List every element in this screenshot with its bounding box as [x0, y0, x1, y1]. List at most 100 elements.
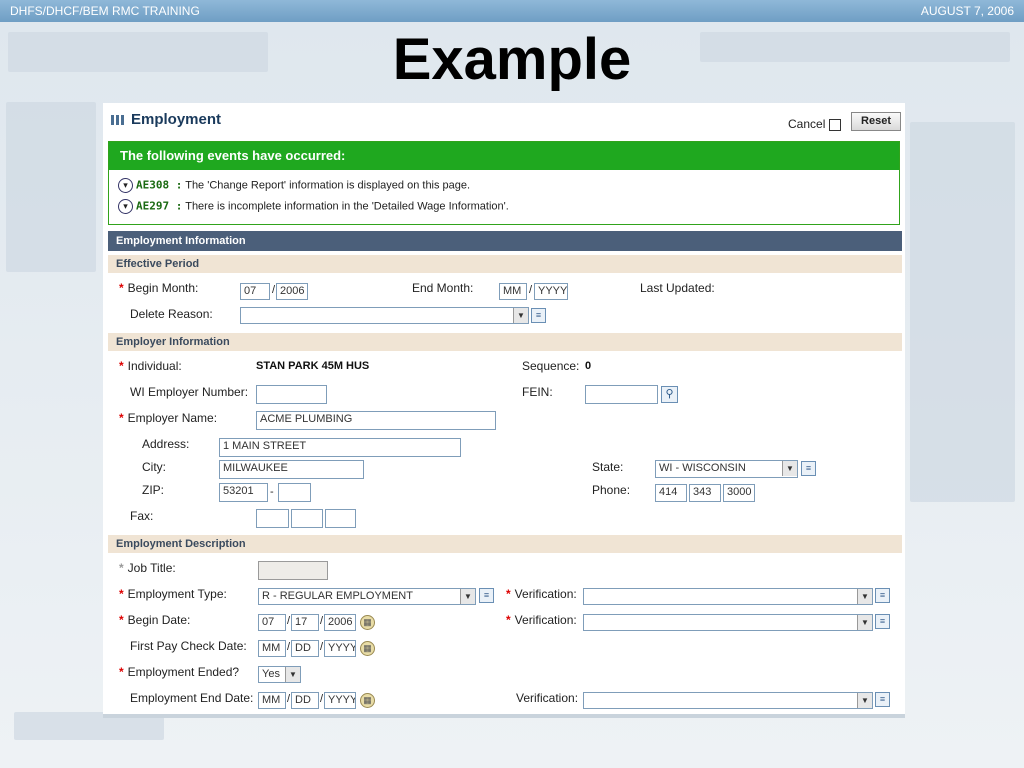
end-date-month-input[interactable]: MM	[258, 692, 286, 709]
verification-label-text: Verification:	[514, 587, 577, 601]
verification-select[interactable]: ▼	[583, 692, 873, 709]
first-pay-day-input[interactable]: DD	[291, 640, 319, 657]
event-item: ▾ AE308 : The 'Change Report' information…	[118, 178, 470, 193]
subsection-employer-information: Employer Information	[108, 333, 902, 351]
state-label: State:	[592, 460, 624, 474]
checkbox-icon[interactable]	[829, 118, 842, 131]
list-icon[interactable]: ≡	[875, 614, 890, 629]
list-icon[interactable]: ≡	[479, 588, 494, 603]
zip-input[interactable]: 53201	[219, 483, 268, 502]
zip-label: ZIP:	[142, 483, 165, 497]
begin-date-year-input[interactable]: 2006	[324, 614, 356, 631]
fein-label: FEIN:	[522, 385, 553, 399]
chevron-down-icon[interactable]: ▼	[513, 308, 528, 323]
event-arrow-icon[interactable]: ▾	[118, 178, 133, 193]
chevron-down-icon[interactable]: ▼	[782, 461, 797, 476]
event-code[interactable]: AE297 :	[136, 199, 182, 212]
fein-input[interactable]	[585, 385, 658, 404]
grid-icon	[111, 115, 125, 126]
begin-month-input[interactable]: 07	[240, 283, 270, 300]
end-year-input[interactable]: YYYY	[534, 283, 568, 300]
delete-reason-select[interactable]: ▼	[240, 307, 529, 324]
wi-employer-number-input[interactable]	[256, 385, 327, 404]
page-title: Employment	[111, 111, 221, 128]
calendar-icon[interactable]: ▦	[360, 615, 375, 630]
phone-prefix-input[interactable]: 343	[689, 484, 721, 502]
end-month-input[interactable]: MM	[499, 283, 527, 300]
calendar-icon[interactable]: ▦	[360, 641, 375, 656]
list-icon[interactable]: ≡	[875, 692, 890, 707]
phone-area-input[interactable]: 414	[655, 484, 687, 502]
zip-separator: -	[270, 486, 274, 498]
verification-label: * Verification:	[506, 613, 577, 627]
wi-employer-number-label: WI Employer Number:	[130, 385, 249, 399]
events-heading: The following events have occurred:	[109, 142, 899, 170]
event-text: There is incomplete information in the '…	[185, 200, 509, 213]
verification-label-text: Verification:	[514, 613, 577, 627]
event-text: The 'Change Report' information is displ…	[185, 179, 471, 192]
phone-line-input[interactable]: 3000	[723, 484, 755, 502]
state-value: WI - WISCONSIN	[659, 462, 746, 474]
begin-date-month-input[interactable]: 07	[258, 614, 286, 631]
chevron-down-icon[interactable]: ▼	[857, 693, 872, 708]
job-title-label: * Job Title:	[119, 561, 176, 575]
end-date-day-input[interactable]: DD	[291, 692, 319, 709]
first-pay-month-input[interactable]: MM	[258, 640, 286, 657]
date-separator: /	[320, 641, 324, 653]
employment-type-label-text: Employment Type:	[127, 587, 227, 601]
reset-button[interactable]: Reset	[851, 112, 901, 131]
bg-blur-block	[910, 122, 1015, 502]
employer-name-label-text: Employer Name:	[127, 411, 218, 425]
verification-select[interactable]: ▼	[583, 614, 873, 631]
cancel-checkbox[interactable]: Cancel	[788, 117, 842, 131]
job-title-label-text: Job Title:	[127, 561, 176, 575]
list-icon[interactable]: ≡	[875, 588, 890, 603]
employment-ended-value: Yes	[262, 668, 280, 680]
begin-date-day-input[interactable]: 17	[291, 614, 319, 631]
slide-header-left: DHFS/DHCF/BEM RMC TRAINING	[10, 4, 200, 18]
state-select[interactable]: WI - WISCONSIN ▼	[655, 460, 798, 478]
required-marker: *	[119, 561, 124, 575]
event-item: ▾ AE297 : There is incomplete information…	[118, 199, 509, 214]
fax-line-input[interactable]	[325, 509, 356, 528]
city-input[interactable]: MILWAUKEE	[219, 460, 364, 479]
fax-area-input[interactable]	[256, 509, 289, 528]
employment-ended-select[interactable]: Yes ▼	[258, 666, 301, 683]
date-separator: /	[320, 693, 324, 705]
section-employment-information: Employment Information	[108, 231, 902, 251]
delete-reason-label: Delete Reason:	[130, 307, 213, 321]
first-pay-year-input[interactable]: YYYY	[324, 640, 356, 657]
verification-select[interactable]: ▼	[583, 588, 873, 605]
chevron-down-icon[interactable]: ▼	[460, 589, 475, 604]
required-marker: *	[119, 613, 124, 627]
date-separator: /	[287, 615, 291, 627]
required-marker: *	[119, 411, 124, 425]
begin-year-input[interactable]: 2006	[276, 283, 308, 300]
event-code[interactable]: AE308 :	[136, 178, 182, 191]
chevron-down-icon[interactable]: ▼	[857, 589, 872, 604]
chevron-down-icon[interactable]: ▼	[285, 667, 300, 682]
address-input[interactable]: 1 MAIN STREET	[219, 438, 461, 457]
event-arrow-icon[interactable]: ▾	[118, 199, 133, 214]
zip-extension-input[interactable]	[278, 483, 311, 502]
date-separator: /	[287, 693, 291, 705]
date-separator: /	[272, 284, 276, 296]
employer-name-input[interactable]: ACME PLUMBING	[256, 411, 496, 430]
job-title-input[interactable]	[258, 561, 328, 580]
required-marker: *	[506, 587, 511, 601]
fax-prefix-input[interactable]	[291, 509, 323, 528]
list-icon[interactable]: ≡	[801, 461, 816, 476]
employment-end-date-label: Employment End Date:	[130, 691, 254, 705]
end-date-year-input[interactable]: YYYY	[324, 692, 356, 709]
phone-label: Phone:	[592, 483, 631, 497]
chevron-down-icon[interactable]: ▼	[857, 615, 872, 630]
search-icon[interactable]: ⚲	[661, 386, 678, 403]
employment-type-select[interactable]: R - REGULAR EMPLOYMENT ▼	[258, 588, 476, 605]
cancel-label: Cancel	[788, 117, 826, 131]
subsection-effective-period: Effective Period	[108, 255, 902, 273]
fax-label: Fax:	[130, 509, 154, 523]
calendar-icon[interactable]: ▦	[360, 693, 375, 708]
individual-label: * Individual:	[119, 359, 182, 373]
list-icon[interactable]: ≡	[531, 308, 546, 323]
employment-type-value: R - REGULAR EMPLOYMENT	[262, 590, 413, 602]
